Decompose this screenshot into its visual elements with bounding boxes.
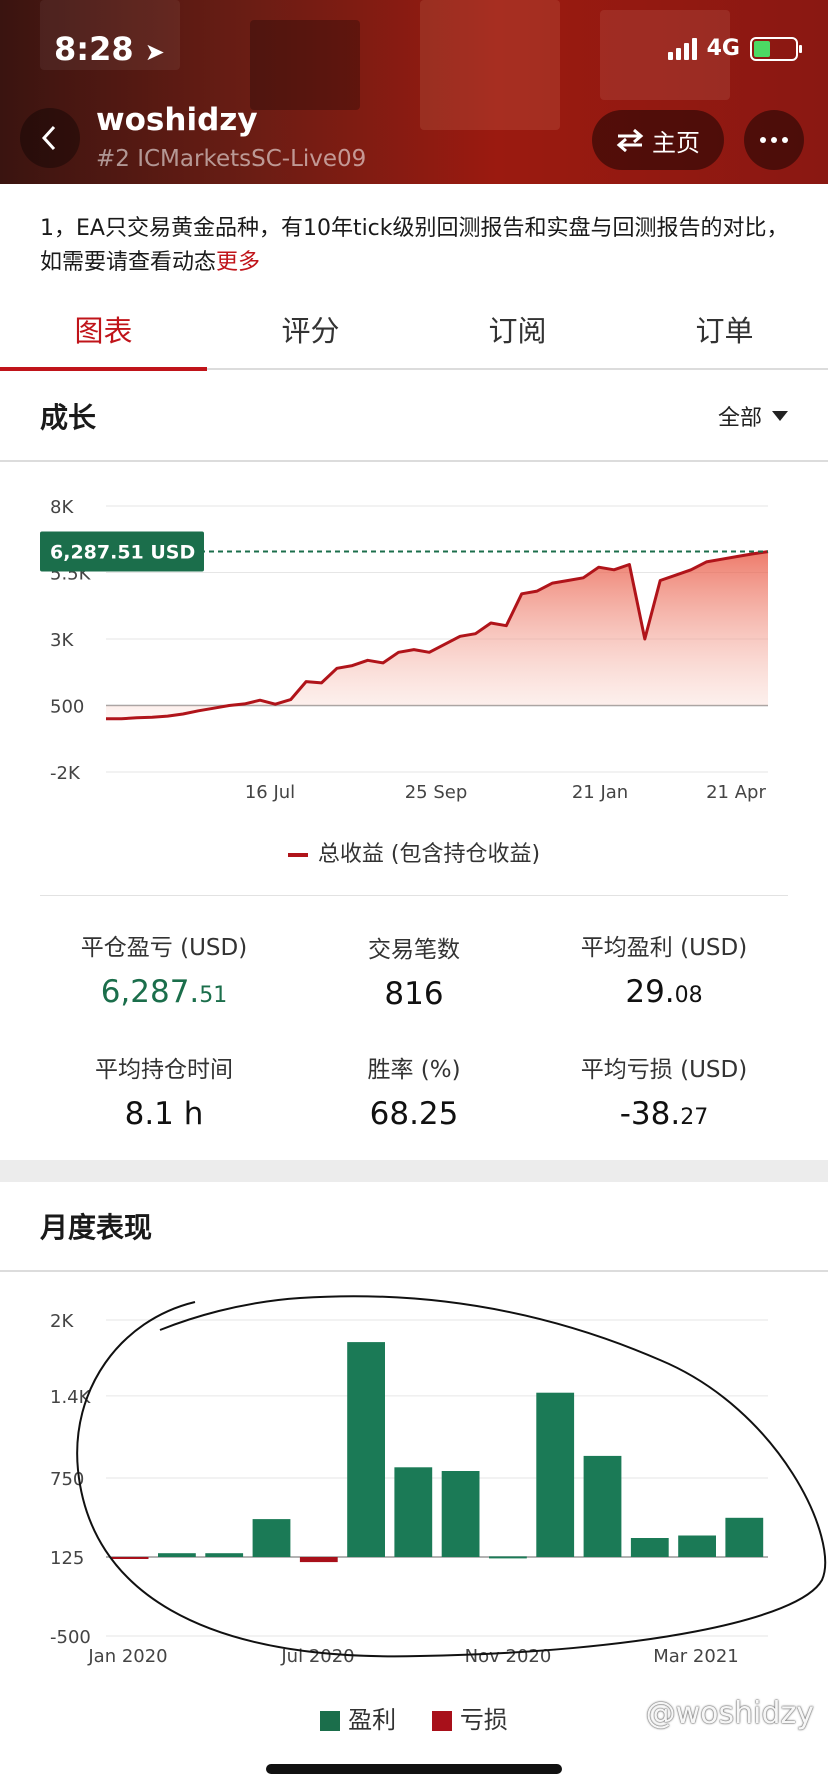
location-arrow-icon: ➤ bbox=[144, 38, 165, 66]
home-indicator bbox=[266, 1764, 562, 1774]
legend-swatch bbox=[320, 1711, 341, 1731]
profile-header: 8:28 ➤ 4G woshidzy #2 ICMarketsSC-Live09… bbox=[0, 0, 828, 184]
stat-value: 816 bbox=[384, 976, 444, 1012]
stat-value: 8.1 h bbox=[124, 1096, 204, 1132]
monthly-chart: 2K1.4K750125-500Jan 2020 Jul 2020 Nov 2020… bbox=[50, 1295, 827, 1667]
month-bar bbox=[678, 1535, 716, 1557]
account-server: #2 ICMarketsSC-Live09 bbox=[96, 146, 367, 172]
x-tick-label: 25 Sep bbox=[405, 782, 468, 803]
stat-label: 胜率 (%) bbox=[367, 1057, 461, 1083]
month-bar bbox=[252, 1519, 291, 1557]
back-button[interactable] bbox=[20, 108, 80, 168]
month-bar bbox=[205, 1553, 244, 1557]
legend-line-icon bbox=[287, 853, 308, 857]
stat-value: -38.27 bbox=[619, 1096, 709, 1132]
chevron-left-icon bbox=[41, 125, 56, 151]
stat-value: 68.25 bbox=[369, 1096, 459, 1132]
more-link[interactable]: 更多 bbox=[216, 250, 260, 275]
status-indicators: 4G bbox=[667, 36, 802, 61]
tab-chart[interactable]: 图表 bbox=[0, 290, 207, 371]
month-bar bbox=[489, 1556, 527, 1559]
swap-icon bbox=[616, 128, 644, 152]
tab-rating[interactable]: 评分 bbox=[207, 290, 414, 368]
header-background-photo bbox=[250, 20, 360, 110]
x-tick-label: Jan 2020 bbox=[87, 1646, 167, 1667]
caret-down-icon bbox=[772, 411, 788, 421]
legend-item-profit: 盈利 bbox=[320, 1700, 396, 1735]
y-tick-label: 2K bbox=[50, 1311, 74, 1332]
home-button[interactable]: 主页 bbox=[592, 110, 724, 170]
tab-orders[interactable]: 订单 bbox=[621, 290, 828, 368]
month-bar bbox=[536, 1392, 575, 1557]
month-bar bbox=[725, 1517, 764, 1557]
stat-value: 6,287.51 bbox=[100, 974, 228, 1010]
month-bar bbox=[110, 1557, 149, 1559]
y-tick-label: 8K bbox=[50, 497, 74, 518]
month-bar bbox=[630, 1538, 669, 1557]
month-bar bbox=[158, 1553, 196, 1557]
growth-chart: 8K5.5K3K500-2K6,287.51 USD16 Jul 25 Sep 21… bbox=[40, 497, 769, 803]
growth-legend-label: 总收益 (包含持仓收益) bbox=[317, 842, 541, 867]
tab-subscribe[interactable]: 订阅 bbox=[414, 290, 621, 368]
x-tick-label: Nov 2020 bbox=[465, 1646, 552, 1667]
legend-swatch bbox=[431, 1711, 452, 1731]
month-bar bbox=[441, 1471, 480, 1557]
header-background-photo bbox=[420, 0, 560, 130]
month-bar bbox=[347, 1342, 385, 1557]
stat-label: 平均盈利 (USD) bbox=[580, 935, 748, 961]
tab-bar: 图表 评分 订阅 订单 bbox=[0, 290, 828, 371]
battery-icon bbox=[750, 36, 802, 61]
strategy-description: 1，EA只交易黄金品种，有10年tick级别回测报告和实盘与回测报告的对比，如需… bbox=[40, 216, 789, 275]
month-bar bbox=[394, 1467, 433, 1557]
y-tick-label: 3K bbox=[50, 630, 74, 651]
status-time: 8:28 ➤ bbox=[54, 30, 165, 68]
current-value-label: 6,287.51 USD bbox=[50, 542, 195, 564]
network-type: 4G bbox=[706, 36, 740, 61]
x-tick-label: 16 Jul bbox=[245, 782, 295, 803]
range-dropdown-label: 全部 bbox=[717, 406, 762, 431]
stat-avg-hold-time: 平均持仓时间 8.1 h bbox=[34, 1050, 294, 1132]
y-tick-label: -2K bbox=[50, 763, 81, 784]
stat-label: 平均亏损 (USD) bbox=[580, 1057, 748, 1083]
growth-section-header: 成长 全部 bbox=[0, 372, 828, 462]
divider bbox=[40, 895, 788, 896]
x-tick-label: 21 Apr bbox=[706, 782, 766, 803]
stat-avg-profit: 平均盈利 (USD) 29.08 bbox=[534, 928, 794, 1010]
month-bar bbox=[299, 1557, 338, 1563]
stat-closed-pnl: 平仓盈亏 (USD) 6,287.51 bbox=[34, 928, 294, 1010]
y-tick-label: 500 bbox=[50, 697, 84, 718]
stat-value: 29.08 bbox=[625, 974, 703, 1010]
monthly-title: 月度表现 bbox=[40, 1211, 153, 1244]
stat-label: 交易笔数 bbox=[368, 937, 460, 963]
watermark: @woshidzy bbox=[645, 1696, 814, 1731]
y-tick-label: 125 bbox=[50, 1548, 84, 1569]
monthly-section-header: 月度表现 bbox=[0, 1182, 828, 1272]
account-name: woshidzy bbox=[96, 102, 258, 138]
month-bar bbox=[583, 1455, 622, 1557]
x-tick-label: Mar 2021 bbox=[653, 1646, 739, 1667]
signal-icon bbox=[667, 37, 697, 60]
y-tick-label: -500 bbox=[50, 1627, 91, 1648]
home-button-label: 主页 bbox=[652, 128, 700, 157]
stat-win-rate: 胜率 (%) 68.25 bbox=[284, 1050, 544, 1132]
stat-trade-count: 交易笔数 816 bbox=[284, 930, 544, 1012]
stat-label: 平均持仓时间 bbox=[95, 1057, 233, 1083]
more-button[interactable] bbox=[744, 110, 804, 170]
growth-legend: 总收益 (包含持仓收益) bbox=[0, 836, 828, 868]
stat-avg-loss: 平均亏损 (USD) -38.27 bbox=[534, 1050, 794, 1132]
legend-item-loss: 亏损 bbox=[431, 1700, 508, 1735]
x-tick-label: 21 Jan bbox=[572, 782, 628, 803]
stat-label: 平仓盈亏 (USD) bbox=[80, 935, 248, 961]
growth-title: 成长 bbox=[40, 401, 97, 434]
section-gap bbox=[0, 1160, 828, 1182]
range-dropdown[interactable]: 全部 bbox=[718, 400, 788, 432]
